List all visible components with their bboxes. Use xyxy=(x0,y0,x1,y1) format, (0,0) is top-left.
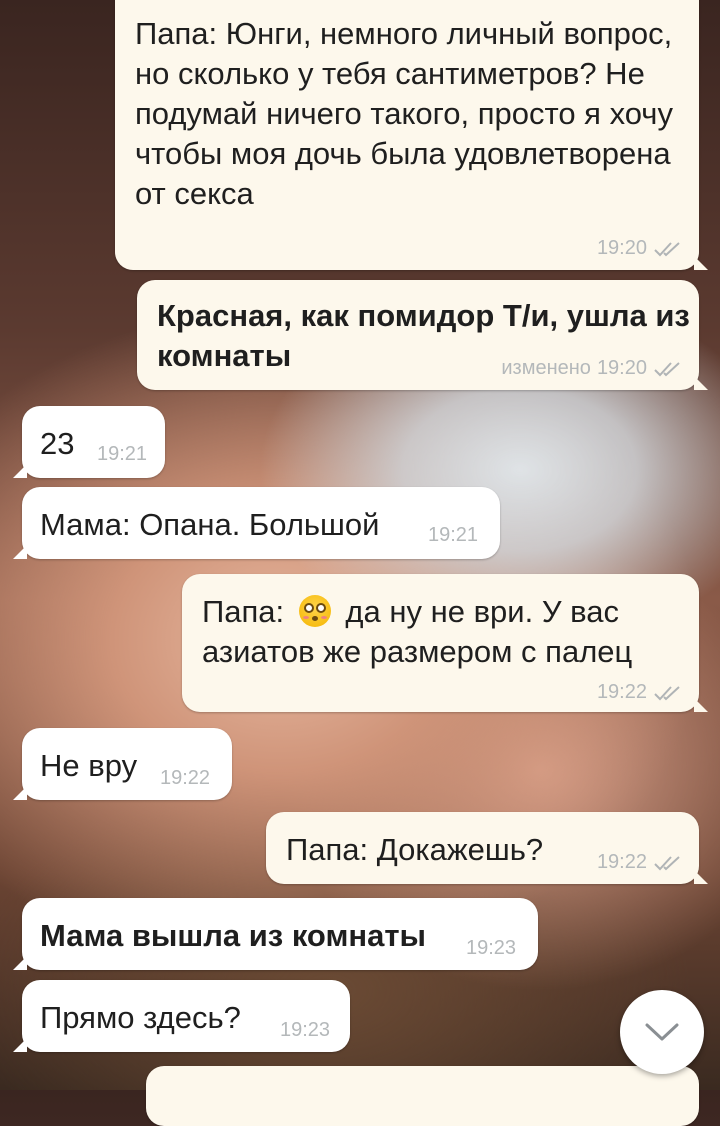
message-meta: 19:22 xyxy=(597,851,683,874)
bubble-tail xyxy=(694,698,708,712)
message-time: 19:21 xyxy=(428,524,479,546)
bubble-tail xyxy=(13,956,27,970)
bubble-tail xyxy=(13,786,27,800)
message-meta: изменено 19:20 xyxy=(501,357,683,380)
double-check-icon xyxy=(654,685,680,700)
message-time: 19:22 xyxy=(160,767,211,789)
message-bubble-outgoing-partial[interactable] xyxy=(146,1066,699,1126)
message-text: Папа: да ну не ври. У вас азиатов же раз… xyxy=(202,592,682,672)
bubble-tail xyxy=(694,870,708,884)
message-bubble-outgoing[interactable]: Папа: да ну не ври. У вас азиатов же раз… xyxy=(182,574,708,712)
chevron-down-icon xyxy=(645,1023,679,1041)
message-bubble-incoming[interactable]: Мама: Опана. Большой 19:21 xyxy=(13,487,500,559)
message-time: 19:22 xyxy=(596,681,647,703)
bubble-tail xyxy=(694,376,708,390)
message-time: 19:23 xyxy=(466,937,517,959)
message-time: 19:20 xyxy=(596,237,647,259)
message-meta: 19:20 xyxy=(597,237,683,260)
message-meta: 19:22 xyxy=(597,681,683,704)
message-text: Папа: Докажешь? xyxy=(286,832,544,867)
message-time: 19:21 xyxy=(97,443,148,465)
message-bubble-outgoing[interactable]: Папа: Юнги, немного личный вопрос, но ск… xyxy=(115,0,708,270)
message-text: Не вру xyxy=(40,748,138,783)
double-check-icon xyxy=(654,361,680,376)
flushed-face-icon xyxy=(298,595,331,627)
bubble-tail xyxy=(694,256,708,270)
double-check-icon xyxy=(654,241,680,256)
message-text: Мама: Опана. Большой xyxy=(40,507,380,542)
message-bubble-outgoing[interactable]: Папа: Докажешь? 19:22 xyxy=(266,812,708,884)
message-bubble-incoming[interactable]: Мама вышла из комнаты 19:23 xyxy=(13,898,538,970)
message-text: Прямо здесь? xyxy=(40,1000,241,1035)
message-text: Папа: Юнги, немного личный вопрос, но ск… xyxy=(135,16,673,211)
message-text: Мама вышла из комнаты xyxy=(40,918,427,953)
double-check-icon xyxy=(654,855,680,870)
message-text: 23 xyxy=(40,426,75,461)
scroll-down-button[interactable] xyxy=(620,990,704,1074)
message-bubble-incoming[interactable]: 23 19:21 xyxy=(13,406,165,478)
message-text-before: Папа: xyxy=(202,594,285,629)
edited-label: изменено xyxy=(501,357,591,379)
bubble-tail xyxy=(13,464,27,478)
message-time: 19:22 xyxy=(596,851,647,873)
message-bubble-outgoing[interactable]: Красная, как помидор Т/и, ушла из комнат… xyxy=(137,280,708,390)
bubble-tail xyxy=(13,1038,27,1052)
message-time: 19:23 xyxy=(280,1019,331,1041)
message-bubble-incoming[interactable]: Не вру 19:22 xyxy=(13,728,232,800)
message-time: 19:20 xyxy=(596,357,647,379)
message-bubble-incoming[interactable]: Прямо здесь? 19:23 xyxy=(13,980,350,1052)
bubble-tail xyxy=(13,545,27,559)
